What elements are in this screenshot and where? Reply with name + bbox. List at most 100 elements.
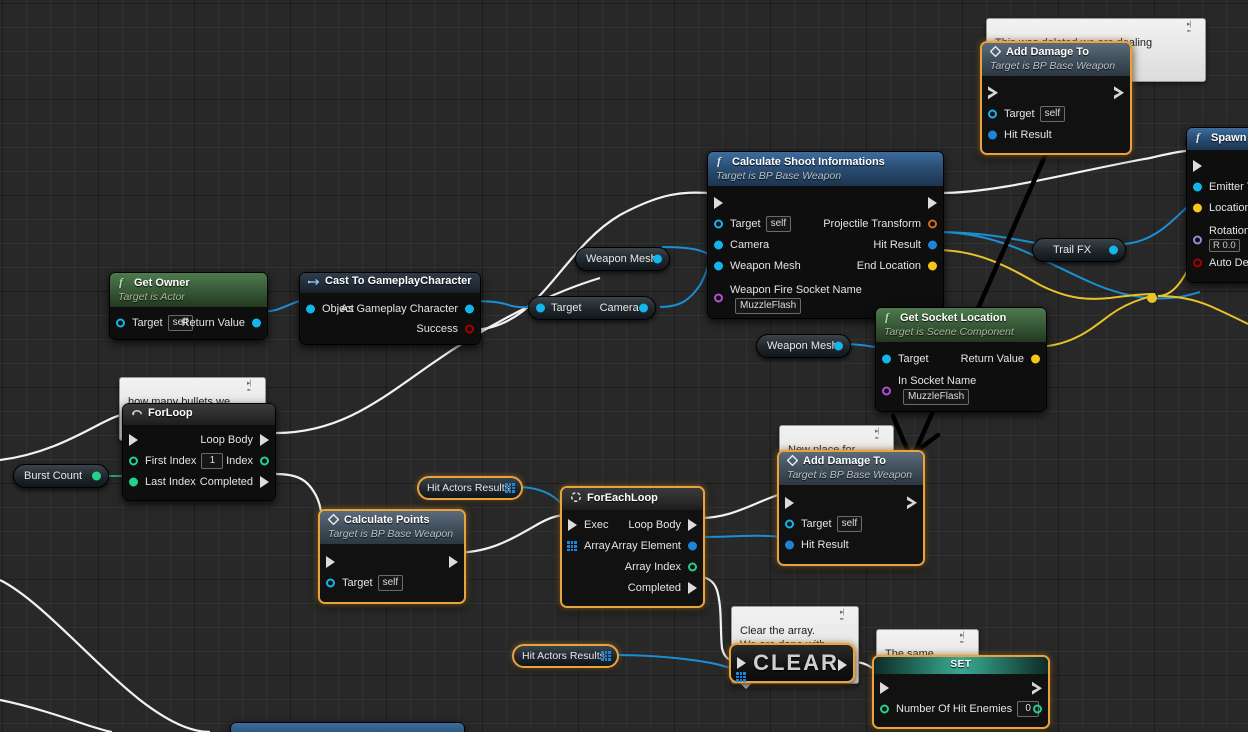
node-add-damage-to-bottom[interactable]: Add Damage To Target is BP Base Weapon T…	[777, 450, 925, 567]
exec-out-pin[interactable]	[928, 196, 937, 209]
array-index-pin[interactable]	[688, 562, 697, 572]
exec-in-pin[interactable]	[785, 496, 794, 509]
node-calculate-points[interactable]: Calculate Points Target is BP Base Weapo…	[318, 509, 466, 605]
socket-name-default-value[interactable]: MuzzleFlash	[903, 389, 970, 406]
node-add-damage-to-top[interactable]: Add Damage To Target is BP Base Weapon T…	[980, 41, 1132, 156]
variable-input-pin[interactable]	[536, 303, 545, 313]
last-index-pin[interactable]	[129, 477, 138, 487]
node-calculate-shoot-informations[interactable]: f Calculate Shoot Informations Target is…	[707, 151, 944, 320]
node-get-owner[interactable]: f Get Owner Target is Actor Target self R…	[109, 272, 268, 341]
node-clear-array[interactable]: CLEAR	[729, 643, 855, 683]
pin-row-weapon-mesh[interactable]: Weapon Mesh End Location	[708, 255, 943, 276]
node-for-each-loop[interactable]: ForEachLoop Exec Loop Body Array Array E…	[560, 486, 705, 608]
weapon-mesh-pin[interactable]	[714, 261, 723, 271]
exec-in-pin[interactable]	[568, 519, 577, 532]
variable-output-pin[interactable]	[639, 303, 648, 313]
target-default-value[interactable]: self	[765, 215, 792, 232]
exec-in-pin[interactable]	[714, 196, 723, 209]
number-of-hit-enemies-pin[interactable]	[880, 704, 889, 714]
rotation-default-value[interactable]: R 0.0	[1209, 238, 1240, 252]
return-value-pin[interactable]	[252, 318, 261, 328]
weapon-fire-socket-name-pin[interactable]	[714, 293, 723, 303]
target-pin[interactable]	[988, 109, 997, 119]
pin-row-first-index[interactable]: First Index 1 Index	[123, 451, 275, 472]
variable-weapon-mesh-mid[interactable]: Weapon Mesh	[756, 334, 851, 358]
array-pin[interactable]	[567, 541, 577, 552]
auto-destroy-pin[interactable]	[1193, 258, 1202, 268]
pin-row-emitter-template[interactable]: Emitter Te	[1187, 177, 1248, 198]
target-pin[interactable]	[116, 318, 125, 328]
pin-row-object[interactable]: Object As Gameplay Character	[300, 299, 480, 320]
pin-row-rotation[interactable]: Rotation R 0.0	[1187, 219, 1248, 253]
pin-row-exec[interactable]	[779, 492, 923, 513]
exec-in-pin[interactable]	[988, 86, 998, 99]
variable-trail-fx[interactable]: Trail FX	[1032, 238, 1126, 262]
target-pin[interactable]	[785, 519, 794, 529]
exec-in-pin[interactable]	[737, 657, 746, 669]
pin-row-success[interactable]: Success	[300, 320, 480, 338]
variable-output-pin[interactable]	[601, 651, 611, 661]
pin-row-location[interactable]: Location	[1187, 198, 1248, 219]
variable-output-pin[interactable]	[1109, 245, 1118, 255]
exec-in-pin[interactable]	[880, 682, 889, 695]
variable-output-pin[interactable]	[505, 483, 515, 493]
pin-row-hit-result[interactable]: Hit Result	[779, 534, 923, 555]
loop-body-pin[interactable]	[688, 519, 697, 532]
pin-row-target[interactable]: Target Return Value	[876, 348, 1046, 369]
set-output-pin[interactable]	[1033, 704, 1042, 714]
exec-out-pin[interactable]	[907, 496, 917, 509]
exec-in-pin[interactable]	[129, 434, 138, 447]
comment-bubble-icons[interactable]: ▸| ▪▫	[1187, 21, 1201, 35]
loop-body-pin[interactable]	[260, 434, 269, 447]
projectile-transform-pin[interactable]	[928, 219, 937, 229]
exec-out-pin[interactable]	[1032, 682, 1042, 695]
in-socket-name-pin[interactable]	[882, 386, 891, 396]
target-pin[interactable]	[882, 354, 891, 364]
pin-row-exec[interactable]	[320, 551, 464, 572]
hit-result-pin[interactable]	[928, 240, 937, 250]
node-offscreen-bottom[interactable]	[230, 722, 465, 732]
pin-row-target[interactable]: Target self Projectile Transform	[708, 213, 943, 234]
variable-output-pin[interactable]	[653, 254, 662, 264]
array-element-pin[interactable]	[688, 541, 697, 551]
target-pin[interactable]	[714, 219, 723, 229]
array-pin[interactable]	[736, 672, 746, 682]
object-pin[interactable]	[306, 304, 315, 314]
pin-row-auto-destroy[interactable]: Auto Dest	[1187, 253, 1248, 274]
hit-result-pin[interactable]	[785, 540, 794, 550]
node-set-number-of-hit-enemies[interactable]: SET Number Of Hit Enemies 0	[872, 655, 1050, 729]
location-pin[interactable]	[1193, 203, 1202, 213]
exec-in-pin[interactable]	[326, 555, 335, 568]
pin-row-hit-result[interactable]: Hit Result	[982, 124, 1130, 145]
camera-pin[interactable]	[714, 240, 723, 250]
variable-output-pin[interactable]	[834, 341, 843, 351]
pin-row-exec[interactable]	[874, 678, 1048, 699]
variable-output-pin[interactable]	[92, 471, 101, 481]
variable-hit-actors-results-mid[interactable]: Hit Actors Results	[417, 476, 523, 500]
return-value-pin[interactable]	[1031, 354, 1040, 364]
pin-row-camera[interactable]: Camera Hit Result	[708, 234, 943, 255]
comment-bubble-icons[interactable]: ▸| ▪▫	[840, 609, 854, 623]
hit-result-pin[interactable]	[988, 130, 997, 140]
pin-row-exec[interactable]: Loop Body	[123, 430, 275, 451]
variable-hit-actors-results-bottom[interactable]: Hit Actors Results	[512, 644, 619, 668]
pin-row-exec[interactable]	[1187, 156, 1248, 177]
exec-in-pin[interactable]	[1193, 160, 1202, 173]
target-default-value[interactable]: self	[377, 574, 404, 591]
completed-pin[interactable]	[260, 476, 269, 489]
socket-name-default-value[interactable]: MuzzleFlash	[735, 298, 802, 315]
pin-row-array[interactable]: Array Array Element	[562, 536, 703, 557]
pin-row-exec[interactable]: Exec Loop Body	[562, 515, 703, 536]
pin-row-array-index[interactable]: Array Index	[562, 557, 703, 578]
pin-row-target[interactable]: Target self Return Value	[110, 312, 267, 333]
end-location-pin[interactable]	[928, 261, 937, 271]
exec-out-pin[interactable]	[449, 555, 458, 568]
comment-bubble-icons[interactable]: ▸| ▪▫	[960, 632, 974, 646]
pin-row-socket-name[interactable]: Weapon Fire Socket Name MuzzleFlash	[708, 276, 943, 315]
target-pin[interactable]	[326, 578, 335, 588]
as-gameplay-character-pin[interactable]	[465, 304, 474, 314]
node-get-socket-location[interactable]: f Get Socket Location Target is Scene Co…	[875, 307, 1047, 413]
pin-row-number-of-hit-enemies[interactable]: Number Of Hit Enemies 0	[874, 699, 1048, 720]
pin-row-completed[interactable]: Completed	[562, 578, 703, 599]
pin-row-socket-name[interactable]: In Socket Name MuzzleFlash	[876, 369, 1046, 406]
